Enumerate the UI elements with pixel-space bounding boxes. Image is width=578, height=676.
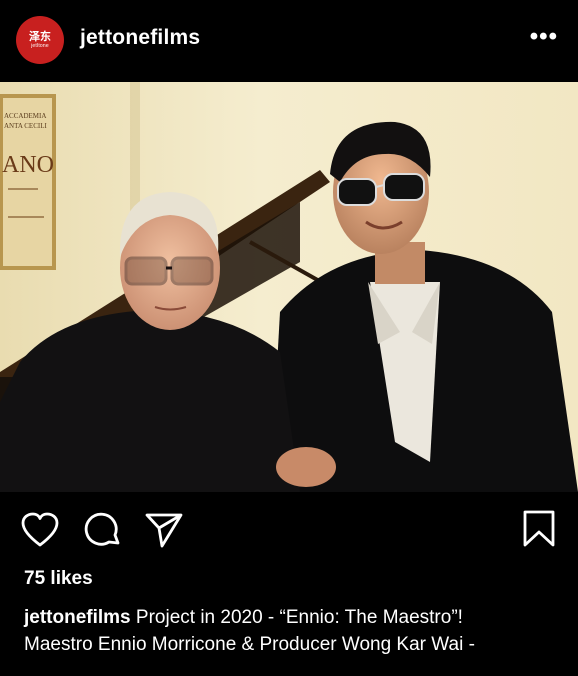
caption-username[interactable]: jettonefilms bbox=[24, 607, 131, 628]
caption-text-line1: Project in 2020 - “Ennio: The Maestro”! bbox=[135, 607, 463, 628]
caption: jettonefilms Project in 2020 - “Ennio: T… bbox=[24, 604, 564, 658]
send-icon[interactable] bbox=[144, 512, 184, 548]
post-photo[interactable]: ACCADEMIA ANTA CECILI ANO bbox=[0, 82, 578, 492]
avatar[interactable]: 泽东 jetltone bbox=[16, 16, 64, 64]
poster-line-3: ANO bbox=[2, 152, 54, 178]
avatar-text-cn: 泽东 bbox=[29, 30, 51, 43]
caption-text-line2: Maestro Ennio Morricone & Producer Wong … bbox=[24, 634, 475, 655]
photo-illustration: ACCADEMIA ANTA CECILI ANO bbox=[0, 82, 578, 492]
more-icon[interactable]: ••• bbox=[530, 25, 558, 49]
likes-count[interactable]: 75 likes bbox=[24, 568, 93, 590]
poster-line-1: ACCADEMIA bbox=[4, 112, 46, 120]
heart-icon[interactable] bbox=[20, 512, 60, 548]
post-header: 泽东 jetltone jettonefilms ••• bbox=[0, 0, 578, 82]
avatar-text-en: jetltone bbox=[31, 43, 49, 49]
username[interactable]: jettonefilms bbox=[80, 26, 200, 50]
poster-frame: ACCADEMIA ANTA CECILI ANO bbox=[0, 94, 56, 270]
comment-icon[interactable] bbox=[84, 512, 122, 550]
bookmark-icon[interactable] bbox=[522, 510, 556, 548]
action-bar bbox=[0, 492, 578, 562]
poster-line-2: ANTA CECILI bbox=[4, 122, 47, 130]
